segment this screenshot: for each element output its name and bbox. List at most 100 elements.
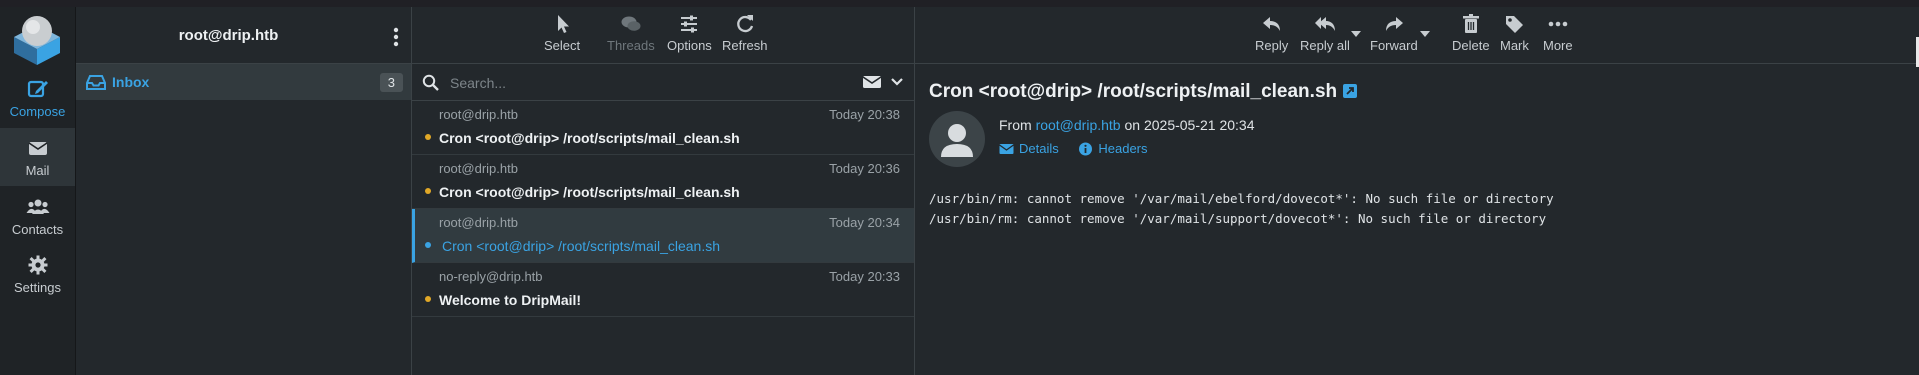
headers-link[interactable]: Headers	[1078, 141, 1148, 156]
people-icon	[26, 199, 49, 214]
webmail-app: Compose Mail Contacts Settings root@drip…	[0, 7, 1919, 375]
reply-label: Reply	[1255, 38, 1289, 53]
info-icon	[1079, 142, 1093, 155]
window-top-strip	[0, 0, 1919, 7]
message-title: Cron <root@drip> /root/scripts/mail_clea…	[929, 81, 1358, 103]
message-sender: no-reply@drip.htb	[439, 269, 543, 284]
more-button[interactable]: More	[1543, 13, 1573, 53]
message-subject: Welcome to DripMail!	[439, 292, 582, 308]
message-date: Today 20:36	[829, 161, 900, 176]
reply-all-icon	[1314, 17, 1335, 31]
message-subject: Cron <root@drip> /root/scripts/mail_clea…	[439, 130, 740, 146]
unread-count-badge: 3	[379, 73, 403, 92]
message-list-panel: Select Threads Options Refresh Search...…	[412, 7, 915, 375]
unread-dot	[425, 296, 431, 302]
envelope-filter-icon[interactable]	[862, 74, 882, 90]
chat-icon	[621, 16, 641, 31]
forward-dropdown-caret[interactable]	[1420, 31, 1430, 37]
folder-inbox-label: Inbox	[112, 74, 150, 90]
sender-avatar	[929, 111, 985, 167]
header-links: Details Headers	[999, 141, 1164, 159]
more-label: More	[1543, 38, 1573, 53]
reply-all-dropdown-caret[interactable]	[1351, 31, 1361, 37]
sender-link[interactable]: root@drip.htb	[1036, 117, 1121, 133]
folder-inbox[interactable]: Inbox 3	[76, 64, 411, 100]
chevron-down-icon[interactable]	[890, 75, 904, 89]
preview-toolbar-divider	[915, 63, 1919, 64]
message-row[interactable]: root@drip.htb Today 20:38 Cron <root@dri…	[412, 101, 914, 155]
message-date: Today 20:34	[829, 215, 900, 230]
select-button[interactable]: Select	[544, 13, 580, 53]
nav-contacts-label: Contacts	[11, 222, 64, 237]
tag-icon	[1506, 16, 1524, 33]
delete-label: Delete	[1452, 38, 1490, 53]
pointer-icon	[558, 15, 570, 33]
folder-header: root@drip.htb	[76, 7, 411, 64]
nav-contacts[interactable]: Contacts	[0, 187, 75, 245]
forward-label: Forward	[1370, 38, 1418, 53]
kebab-menu-icon[interactable]	[389, 27, 403, 47]
message-row[interactable]: no-reply@drip.htb Today 20:33 Welcome to…	[412, 263, 914, 317]
forward-button[interactable]: Forward	[1370, 13, 1418, 53]
sliders-icon	[681, 15, 698, 33]
message-subject: Cron <root@drip> /root/scripts/mail_clea…	[439, 184, 740, 200]
details-link[interactable]: Details	[999, 141, 1059, 156]
options-label: Options	[667, 38, 712, 53]
options-button[interactable]: Options	[667, 13, 712, 53]
message-sender: root@drip.htb	[439, 161, 518, 176]
envelope-icon	[999, 143, 1014, 154]
reply-icon	[1262, 17, 1280, 31]
list-toolbar: Select Threads Options Refresh	[412, 7, 914, 64]
from-prefix: From	[999, 117, 1032, 133]
from-line: From root@drip.htb on 2025-05-21 20:34	[999, 117, 1255, 133]
message-title-text: Cron <root@drip> /root/scripts/mail_clea…	[929, 81, 1338, 102]
main-nav: Compose Mail Contacts Settings	[0, 7, 76, 375]
message-body: /usr/bin/rm: cannot remove '/var/mail/eb…	[929, 189, 1554, 229]
inbox-icon	[86, 75, 106, 90]
unread-dot	[425, 188, 431, 194]
account-name: root@drip.htb	[178, 27, 279, 44]
search-icon	[422, 74, 439, 91]
nav-compose-label: Compose	[9, 104, 66, 119]
message-subject: Cron <root@drip> /root/scripts/mail_clea…	[442, 238, 720, 254]
nav-mail-label: Mail	[25, 163, 50, 178]
delete-button[interactable]: Delete	[1452, 13, 1490, 53]
threads-button[interactable]: Threads	[607, 13, 655, 53]
refresh-button[interactable]: Refresh	[722, 13, 768, 53]
message-preview: Reply Reply all Forward Delete Mark More…	[915, 7, 1919, 375]
nav-compose[interactable]: Compose	[0, 69, 75, 127]
forward-icon	[1385, 17, 1403, 31]
reply-all-button[interactable]: Reply all	[1300, 13, 1350, 53]
message-sender: root@drip.htb	[439, 215, 518, 230]
open-in-new-window-icon[interactable]	[1343, 84, 1358, 98]
refresh-label: Refresh	[722, 38, 768, 53]
nav-mail[interactable]: Mail	[0, 128, 75, 186]
nav-settings[interactable]: Settings	[0, 245, 75, 303]
unread-dot	[425, 134, 431, 140]
roundcube-logo	[8, 11, 66, 67]
trash-icon	[1462, 14, 1479, 33]
message-row-selected[interactable]: root@drip.htb Today 20:34 Cron <root@dri…	[412, 209, 914, 263]
body-line: /usr/bin/rm: cannot remove '/var/mail/eb…	[929, 191, 1554, 206]
details-label: Details	[1019, 141, 1059, 156]
compose-icon	[27, 80, 48, 98]
threads-label: Threads	[607, 38, 655, 53]
reply-button[interactable]: Reply	[1255, 13, 1288, 53]
envelope-icon	[28, 142, 47, 155]
headers-label: Headers	[1098, 141, 1148, 156]
message-date: Today 20:33	[829, 269, 900, 284]
refresh-icon	[736, 15, 753, 33]
mark-button[interactable]: Mark	[1500, 13, 1529, 53]
search-bar	[412, 64, 914, 101]
folder-panel: root@drip.htb Inbox 3	[76, 7, 412, 375]
gear-icon	[28, 255, 47, 275]
dots-icon	[1548, 21, 1568, 27]
nav-settings-label: Settings	[14, 280, 61, 295]
select-label: Select	[544, 38, 581, 53]
reply-all-label: Reply all	[1300, 38, 1350, 53]
message-row[interactable]: root@drip.htb Today 20:36 Cron <root@dri…	[412, 155, 914, 209]
message-date-text: on 2025-05-21 20:34	[1124, 117, 1255, 133]
search-input[interactable]	[448, 70, 832, 96]
status-dot	[425, 242, 431, 248]
message-sender: root@drip.htb	[439, 107, 518, 122]
